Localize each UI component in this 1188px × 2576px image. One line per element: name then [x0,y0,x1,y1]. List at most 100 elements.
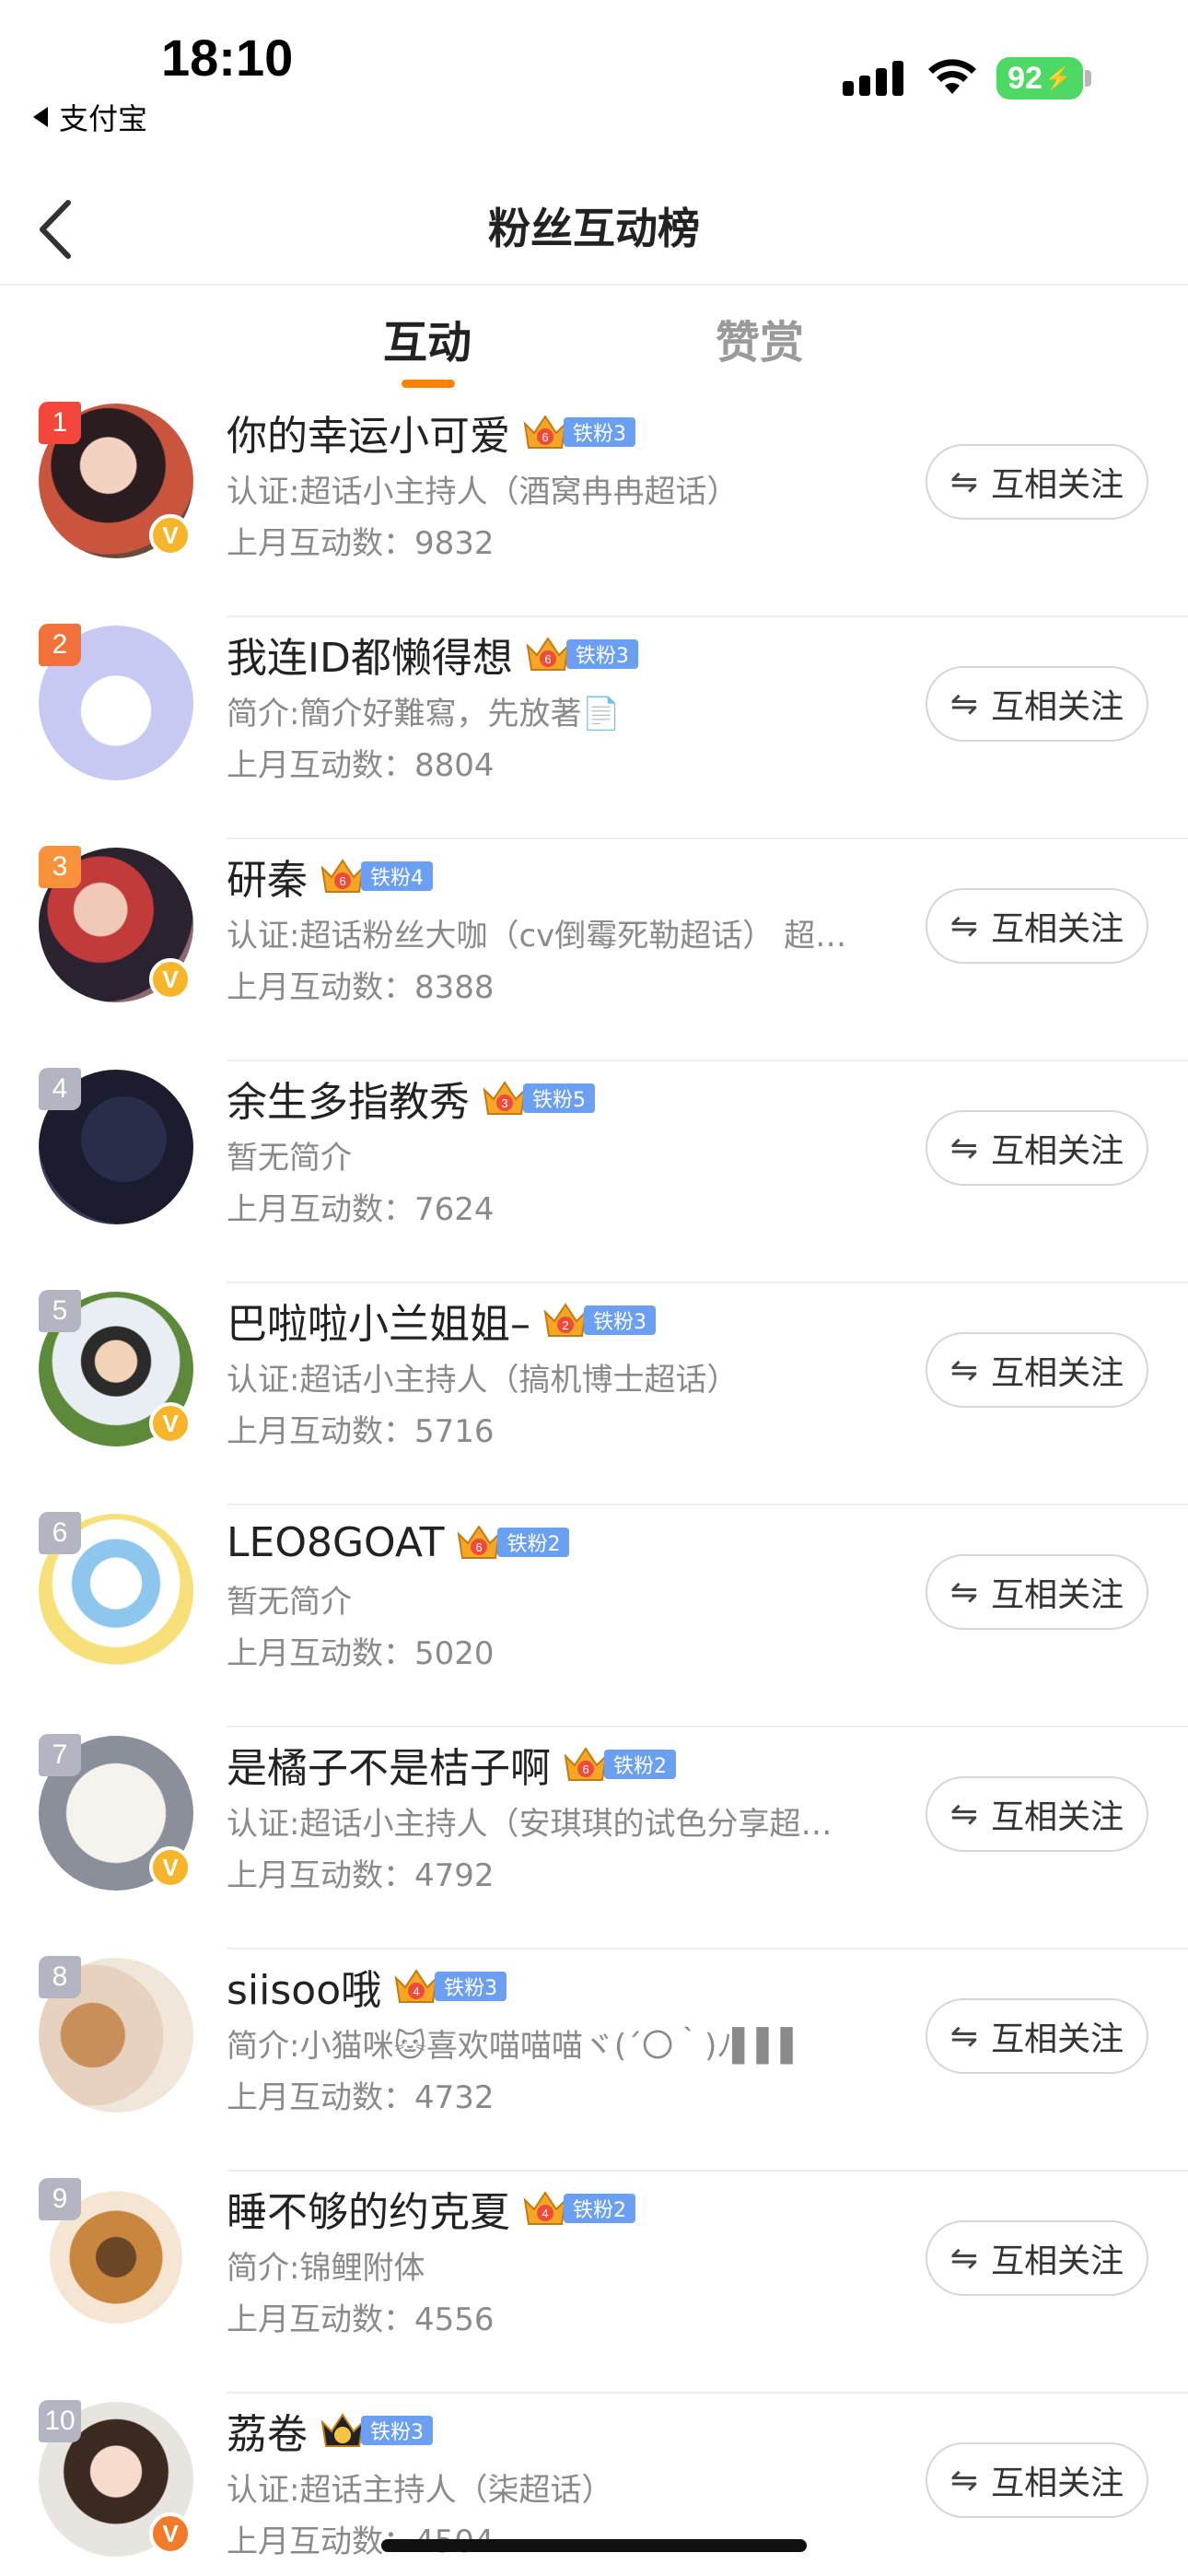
list-item[interactable]: 4 余生多指教秀 3 铁粉5 暂无简介 上月互动数：7624 ⇋ 互相关注 [0,1062,1188,1283]
rank-badge: 7 [39,1734,81,1776]
crown-icon: 6 [458,1525,501,1559]
user-name[interactable]: 你的幸运小可爱 [227,403,510,462]
mutual-follow-label: 互相关注 [991,688,1124,726]
user-description: 简介:小猫咪🐱喜欢喵喵喵ヾ(´〇｀)ﾉ▌▌▌ [227,2028,805,2065]
verified-v-icon: V [149,958,192,1001]
swap-arrows-icon: ⇋ [949,685,979,723]
user-description: 认证:超话小主持人（安琪琪的试色分享超… [227,1806,833,1843]
tab-reward[interactable]: 赞赏 [716,306,804,370]
list-item[interactable]: 8 siisoo哦 4 铁粉3 简介:小猫咪🐱喜欢喵喵喵ヾ(´〇｀)ﾉ▌▌▌ 上… [0,1950,1188,2172]
fan-badge: 6 铁粉4 [319,855,433,897]
mutual-follow-label: 互相关注 [991,466,1124,504]
back-triangle-icon [33,107,48,127]
fan-level-pill: 铁粉3 [435,1972,507,2001]
rank-badge: 5 [39,1290,81,1332]
rank-badge: 6 [39,1512,81,1554]
user-name[interactable]: siisoo哦 [227,1957,381,2016]
name-line: 荔卷 铁粉3 [227,2398,433,2463]
rank-badge: 2 [39,624,81,666]
status-time: 18:10 [161,29,294,87]
user-description: 简介:簡介好難寫，先放著📄 [227,696,621,732]
user-description: 暂无简介 [227,1584,352,1621]
user-name[interactable]: 荔卷 [227,2401,308,2460]
rank-badge: 8 [39,1956,81,1998]
mutual-follow-label: 互相关注 [991,2465,1124,2502]
row-divider [227,615,1188,617]
user-name[interactable]: LEO8GOAT [227,1519,444,1566]
interaction-count: 上月互动数：9832 [227,525,495,562]
mutual-follow-button[interactable]: ⇋ 互相关注 [926,1332,1148,1408]
mutual-follow-label: 互相关注 [991,1132,1124,1170]
svg-text:4: 4 [542,2207,548,2220]
mutual-follow-button[interactable]: ⇋ 互相关注 [926,1110,1148,1186]
list-item[interactable]: 6 LEO8GOAT 6 铁粉2 暂无简介 上月互动数：5020 ⇋ 互相关注 [0,1506,1188,1727]
list-item[interactable]: 2 我连ID都懒得想 6 铁粉3 简介:簡介好難寫，先放著📄 上月互动数：880… [0,618,1188,839]
battery-level: 92 [1007,60,1042,96]
list-item[interactable]: 1 V 你的幸运小可爱 6 铁粉3 认证:超话小主持人（酒窝冉冉超话） 上月互动… [0,396,1188,617]
mutual-follow-button[interactable]: ⇋ 互相关注 [926,1776,1148,1852]
mutual-follow-button[interactable]: ⇋ 互相关注 [926,444,1148,520]
row-divider [227,1060,1188,1061]
mutual-follow-button[interactable]: ⇋ 互相关注 [926,1554,1148,1630]
mutual-follow-button[interactable]: ⇋ 互相关注 [926,1998,1148,2074]
rank-badge: 4 [39,1068,81,1110]
user-name[interactable]: 我连ID都懒得想 [227,625,513,684]
user-name[interactable]: 巴啦啦小兰姐姐– [227,1291,530,1350]
user-name[interactable]: 余生多指教秀 [227,1069,470,1128]
rank-badge: 9 [39,2178,81,2220]
mutual-follow-label: 互相关注 [991,2020,1124,2058]
interaction-count: 上月互动数：5716 [227,1413,495,1450]
user-name[interactable]: 睡不够的约克夏 [227,2179,510,2238]
fan-level-pill: 铁粉3 [565,639,638,669]
svg-text:2: 2 [562,1318,568,1332]
fan-level-pill: 铁粉3 [361,2416,433,2445]
home-indicator [381,2539,807,2552]
interaction-count: 上月互动数：4732 [227,2079,495,2116]
rank-badge: 1 [39,402,81,444]
crown-icon: 3 [483,1081,527,1115]
nav-bar: 粉丝互动榜 [0,175,1188,286]
name-line: 余生多指教秀 3 铁粉5 [227,1066,595,1130]
user-description: 认证:超话主持人（柒超话） [227,2472,613,2509]
crown-icon: 4 [523,2191,567,2225]
list-item[interactable]: 3 V 研秦 6 铁粉4 认证:超话粉丝大咖（cv倒霉死勒超话） 超… 上月互动… [0,840,1188,1061]
swap-arrows-icon: ⇋ [949,2017,979,2055]
user-name[interactable]: 是橘子不是桔子啊 [227,1735,551,1794]
swap-arrows-icon: ⇋ [949,1573,979,1611]
fan-level-pill: 铁粉2 [497,1528,570,1557]
user-name[interactable]: 研秦 [227,847,308,906]
list-item[interactable]: 7 V 是橘子不是桔子啊 6 铁粉2 认证:超话小主持人（安琪琪的试色分享超… … [0,1728,1188,1950]
crown-icon: 6 [320,859,365,893]
crown-icon: 4 [394,1969,438,2003]
list-item[interactable]: 9 睡不够的约克夏 4 铁粉2 简介:锦鲤附体 上月互动数：4556 ⇋ 互相关… [0,2172,1188,2394]
list-item[interactable]: 5 V 巴啦啦小兰姐姐– 2 铁粉3 认证:超话小主持人（搞机博士超话） 上月互… [0,1284,1188,1505]
row-divider [227,1726,1188,1727]
verified-v-icon: V [149,514,192,556]
crown-icon: 6 [526,637,570,671]
row-divider [227,2392,1188,2394]
fan-level-pill: 铁粉3 [564,417,635,447]
tab-interaction[interactable]: 互动 [383,306,472,370]
name-line: 我连ID都懒得想 6 铁粉3 [227,622,638,686]
svg-text:6: 6 [582,1762,588,1776]
page-title: 粉丝互动榜 [488,204,700,253]
fan-level-pill: 铁粉2 [564,2194,635,2223]
mutual-follow-button[interactable]: ⇋ 互相关注 [926,2220,1148,2296]
fan-level-pill: 铁粉4 [361,861,433,891]
swap-arrows-icon: ⇋ [949,1129,979,1167]
interaction-count: 上月互动数：4792 [227,1857,495,1894]
fan-level-pill: 铁粉3 [584,1306,656,1335]
interaction-count: 上月互动数：4556 [227,2301,495,2338]
mutual-follow-button[interactable]: ⇋ 互相关注 [926,666,1148,742]
user-description: 简介:锦鲤附体 [227,2250,425,2287]
interaction-count: 上月互动数：8804 [227,747,495,784]
swap-arrows-icon: ⇋ [949,1351,979,1389]
user-description: 认证:超话小主持人（搞机博士超话） [227,1362,739,1399]
user-description: 认证:超话粉丝大咖（cv倒霉死勒超话） 超… [227,918,847,954]
fan-badge: 3 铁粉5 [481,1077,595,1119]
name-line: 睡不够的约克夏 4 铁粉2 [227,2176,635,2241]
mutual-follow-button[interactable]: ⇋ 互相关注 [926,888,1148,964]
mutual-follow-button[interactable]: ⇋ 互相关注 [926,2442,1148,2518]
fan-badge: 2 铁粉3 [542,1299,656,1341]
back-to-app-link[interactable]: 支付宝 [33,96,147,138]
